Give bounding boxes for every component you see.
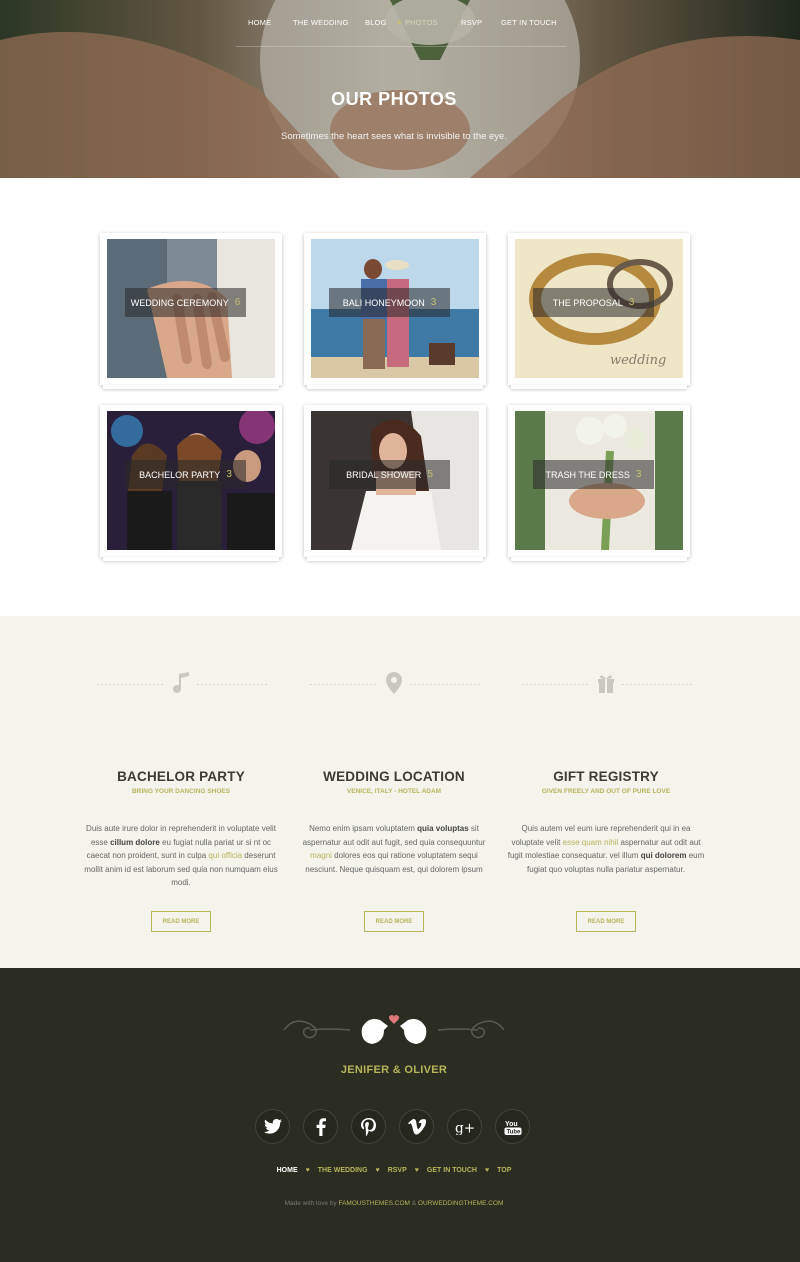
page-title: OUR PHOTOS [331, 89, 457, 109]
heart-icon: ♥ [414, 1167, 419, 1174]
album-label: BRIDAL SHOWER 5 [329, 460, 450, 489]
album-count: 3 [628, 297, 635, 308]
album-label: WEDDING CEREMONY 6 [125, 288, 246, 317]
site-footer: JENIFER & OLIVER g+ You Tube HOME ♥ THE W… [0, 968, 800, 1262]
album-card-bachelor-party[interactable]: BACHELOR PARTY 3 [100, 405, 282, 561]
nav-rsvp[interactable]: RSVP [461, 18, 501, 27]
nav-photos[interactable]: ♥ PHOTOS [397, 18, 461, 27]
feature-divider [294, 670, 494, 696]
main-nav: HOME THE WEDDING BLOG ♥ PHOTOS RSVP GET … [0, 0, 800, 47]
google-plus-icon[interactable]: g+ [447, 1109, 482, 1144]
feature-title: WEDDING LOCATION [323, 769, 465, 784]
heart-icon: ♥ [305, 1167, 310, 1174]
nav-menu: HOME THE WEDDING BLOG ♥ PHOTOS RSVP GET … [236, 18, 571, 27]
youtube-icon[interactable]: You Tube [495, 1109, 530, 1144]
feature-text: Quis autem vel eum iure reprehenderit qu… [507, 824, 705, 874]
page-subtitle: Sometimes the heart sees what is invisib… [280, 131, 507, 142]
svg-text:You: You [505, 1121, 518, 1128]
photo-gallery: WEDDING CEREMONY 6 BALI HONEYMOON 3 wedd… [0, 178, 800, 616]
album-label: BALI HONEYMOON 3 [329, 288, 450, 317]
nav-blog[interactable]: BLOG [365, 18, 397, 27]
read-more-button[interactable]: READ MORE [576, 911, 636, 932]
svg-text:g+: g+ [455, 1120, 475, 1135]
album-card-wedding-ceremony[interactable]: WEDDING CEREMONY 6 [100, 233, 282, 389]
credit-text: Made with love by [284, 1200, 339, 1207]
album-title: TRASH THE DRESS [545, 469, 630, 480]
nav-get-in-touch[interactable]: GET IN TOUCH [501, 18, 571, 27]
social-links: g+ You Tube [255, 1109, 530, 1144]
feature-gift-registry: GIFT REGISTRY GIVEN FREELY AND OUT OF PU… [506, 670, 706, 940]
couple-names: JENIFER & OLIVER [340, 1064, 448, 1076]
footer-nav-home[interactable]: HOME [277, 1167, 298, 1174]
hero-banner: HOME THE WEDDING BLOG ♥ PHOTOS RSVP GET … [0, 0, 800, 178]
feature-subtitle: GIVEN FREELY AND OUT OF PURE LOVE [541, 788, 671, 795]
feature-bachelor-party: BACHELOR PARTY BRING YOUR DANCING SHOES … [81, 670, 281, 940]
read-more-button[interactable]: READ MORE [364, 911, 424, 932]
album-count: 3 [430, 297, 437, 308]
gift-icon [594, 670, 618, 696]
svg-text:Tube: Tube [506, 1129, 521, 1135]
footer-nav-top[interactable]: TOP [497, 1167, 511, 1174]
feature-text: Duis aute irure dolor in reprehenderit i… [84, 824, 278, 887]
heart-icon: ♥ [397, 18, 402, 27]
feature-divider [81, 670, 281, 696]
facebook-icon[interactable] [303, 1109, 338, 1144]
ourweddingtheme-link[interactable]: OURWEDDINGTHEME.COM [418, 1200, 503, 1207]
nav-the-wedding[interactable]: THE WEDDING [293, 18, 365, 27]
music-note-icon [169, 670, 193, 696]
heart-icon: ♥ [484, 1167, 490, 1174]
footer-nav: HOME ♥ THE WEDDING ♥ RSVP ♥ GET IN TOUCH… [0, 1167, 788, 1174]
feature-subtitle: BRING YOUR DANCING SHOES [131, 788, 231, 795]
album-title: BACHELOR PARTY [139, 469, 221, 480]
footer-nav-the-wedding[interactable]: THE WEDDING [318, 1167, 368, 1174]
footer-nav-rsvp[interactable]: RSVP [388, 1167, 407, 1174]
album-count: 6 [234, 297, 241, 308]
map-pin-icon [382, 670, 406, 696]
feature-divider [506, 670, 706, 696]
feature-subtitle: VENICE, ITALY - HOTEL ADAM [346, 788, 442, 795]
footer-nav-get-in-touch[interactable]: GET IN TOUCH [427, 1167, 477, 1174]
album-title: THE PROPOSAL [552, 297, 623, 308]
feature-title: GIFT REGISTRY [553, 769, 659, 784]
twitter-icon[interactable] [255, 1109, 290, 1144]
nav-divider [236, 46, 566, 47]
read-more-button[interactable]: READ MORE [151, 911, 211, 932]
nav-home[interactable]: HOME [236, 18, 293, 27]
album-count: 3 [226, 469, 232, 480]
nav-photos-label: PHOTOS [404, 18, 438, 27]
album-title: BALI HONEYMOON [342, 297, 425, 308]
feature-title: BACHELOR PARTY [117, 769, 245, 784]
album-card-the-proposal[interactable]: wedding THE PROPOSAL 3 [508, 233, 690, 389]
pinterest-icon[interactable] [351, 1109, 386, 1144]
feature-wedding-location: WEDDING LOCATION VENICE, ITALY - HOTEL A… [294, 670, 494, 940]
album-count: 3 [635, 469, 642, 480]
album-label: THE PROPOSAL 3 [533, 288, 654, 317]
album-card-bali-honeymoon[interactable]: BALI HONEYMOON 3 [304, 233, 486, 389]
heart-icon: ♥ [375, 1167, 380, 1174]
vimeo-icon[interactable] [399, 1109, 434, 1144]
footer-credit: Made with love by FAMOUSTHEMES.COM & OUR… [0, 1200, 788, 1207]
album-label: TRASH THE DRESS 3 [533, 460, 654, 489]
album-card-bridal-shower[interactable]: BRIDAL SHOWER 5 [304, 405, 486, 561]
album-card-trash-the-dress[interactable]: TRASH THE DRESS 3 [508, 405, 690, 561]
lovebirds-logo [283, 1015, 505, 1044]
feature-text: Nemo enim ipsam voluptatem quia voluptas… [302, 824, 486, 874]
album-title: WEDDING CEREMONY [130, 297, 229, 308]
album-label: BACHELOR PARTY 3 [125, 460, 246, 489]
credit-separator: & [409, 1200, 418, 1207]
album-title: BRIDAL SHOWER [346, 469, 422, 480]
famousthemes-link[interactable]: FAMOUSTHEMES.COM [338, 1200, 410, 1207]
svg-text:wedding: wedding [610, 353, 666, 368]
features-section: BACHELOR PARTY BRING YOUR DANCING SHOES … [0, 616, 800, 968]
album-count: 5 [427, 469, 433, 480]
